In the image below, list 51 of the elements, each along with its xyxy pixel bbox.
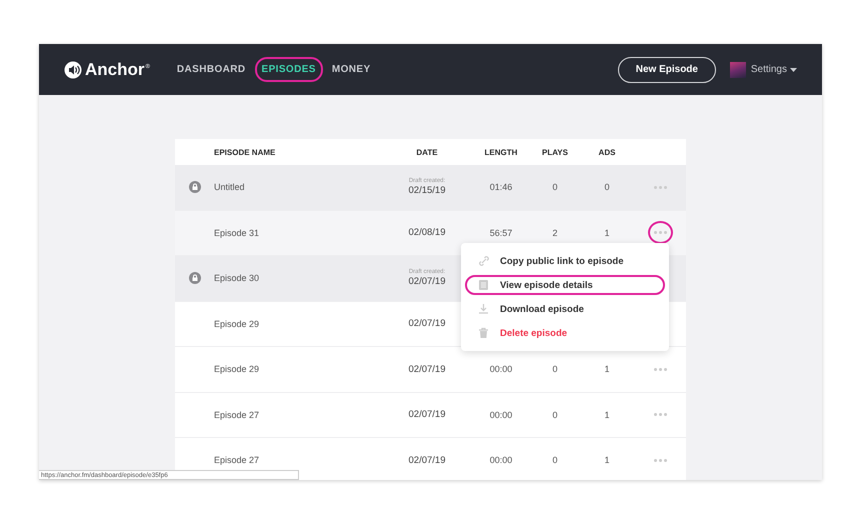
nav-tab[interactable]: DASHBOARD	[170, 57, 253, 82]
episode-name: Episode 30	[214, 273, 260, 284]
episode-name: Episode 29	[214, 318, 260, 329]
episode-name: Episode 27	[214, 455, 260, 466]
date-cell: 02/07/19	[408, 454, 446, 466]
download-icon	[478, 303, 489, 315]
menu-item[interactable]: View episode details	[465, 275, 665, 295]
ads-cell-text: 1	[603, 410, 610, 420]
ads-cell-text: 1	[603, 455, 610, 466]
link-icon	[478, 255, 489, 267]
episode-name: Episode 31	[214, 228, 260, 238]
episode-row[interactable]: Episode 27 02/07/19 00:00 0 1	[175, 392, 686, 438]
plays-cell-text: 2	[551, 228, 558, 238]
plays-cell-text: 0	[551, 410, 558, 420]
avatar-image[interactable]	[730, 62, 746, 78]
episode-name: Episode 29	[214, 364, 260, 374]
length-cell-text: 56:57	[488, 228, 514, 238]
plays-cell-text: 0	[551, 455, 558, 466]
column-header: EPISODE NAME	[214, 148, 276, 156]
ads-cell-text: 1	[603, 364, 610, 374]
column-header: ADS	[598, 148, 616, 156]
plays-cell-text: 0	[551, 182, 558, 192]
menu-item[interactable]: Download episode	[465, 299, 665, 319]
date-cell: 02/07/19	[408, 409, 446, 420]
episode-name: Episode 27	[214, 410, 260, 420]
length-cell-text: 00:00	[488, 455, 514, 466]
episode-name: Untitled	[214, 182, 246, 192]
plays-cell-text: 0	[551, 364, 558, 374]
document-icon	[478, 279, 489, 291]
ads-cell-text: 1	[603, 228, 610, 238]
length-cell-text: 00:00	[488, 410, 514, 420]
column-header: DATE	[415, 148, 439, 156]
settings-menu[interactable]: Settings	[750, 64, 797, 75]
column-header: PLAYS	[541, 148, 569, 156]
nav-tab[interactable]: MONEY	[324, 57, 378, 82]
column-header: LENGTH	[484, 148, 518, 156]
logo-icon	[64, 60, 82, 78]
caret-icon	[790, 68, 797, 72]
new-episode-button[interactable]: New Episode	[618, 56, 716, 82]
trash-icon	[478, 327, 489, 339]
length-cell-text: 01:46	[488, 182, 514, 192]
date-cell: 02/07/19	[408, 318, 446, 330]
logo-text: Anchor$^{®}$	[85, 60, 150, 80]
date-cell: 02/08/19	[408, 227, 446, 238]
menu-item[interactable]: Delete episode	[465, 323, 665, 343]
date-cell: 02/07/19	[408, 276, 446, 288]
nav-tab[interactable]: EPISODES	[254, 57, 323, 82]
date-cell: 02/07/19	[408, 364, 446, 375]
ads-cell-text: 0	[603, 182, 610, 192]
length-cell-text: 00:00	[488, 364, 514, 374]
date-cell: 02/15/19	[408, 185, 446, 196]
